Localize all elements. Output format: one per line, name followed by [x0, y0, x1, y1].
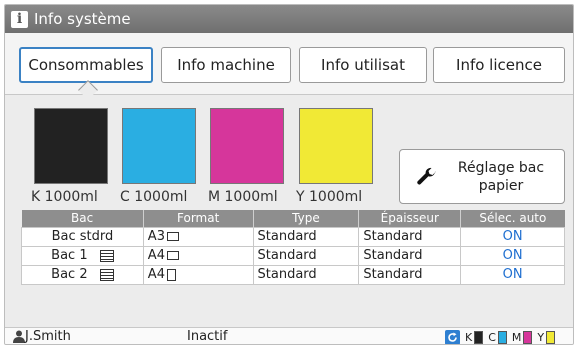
cell-type: Standard — [252, 226, 360, 247]
ink-label-k: K 1000ml — [31, 189, 98, 205]
cell-auto: ON — [460, 245, 565, 266]
ink-level-letter: Y — [537, 331, 545, 344]
table-header-row: Bac Format Type Épaisseur Sélec. auto — [21, 210, 565, 227]
cell-thickness: Standard — [358, 226, 462, 247]
ink-level-k: K — [465, 331, 484, 344]
tray-name: Bac stdrd — [51, 229, 114, 244]
tray-name: Bac 2 — [51, 267, 88, 282]
active-tab-pointer — [78, 80, 98, 100]
list-icon — [99, 249, 114, 262]
tab-info-utilisat[interactable]: Info utilisat — [299, 47, 427, 83]
cell-format: A4 — [142, 245, 254, 266]
ink-bar-y — [546, 331, 556, 344]
landscape-paper-icon — [166, 232, 179, 241]
cell-thickness: Standard — [358, 264, 462, 285]
user-indicator[interactable]: J.Smith — [13, 329, 71, 344]
column-header-format: Format — [142, 210, 254, 227]
status-bar: J.Smith Inactif K C M Y — [5, 327, 573, 344]
tab-consommables[interactable]: Consommables — [19, 47, 153, 83]
list-icon — [99, 268, 114, 281]
ink-level-y: Y — [537, 331, 556, 344]
ink-label-m: M 1000ml — [208, 189, 278, 205]
info-system-window: i Info système Consommables Info machine… — [4, 4, 574, 345]
ink-swatch-m — [210, 108, 284, 184]
ink-level-m: M — [512, 331, 533, 344]
format-value: A3 — [147, 229, 165, 244]
ink-bar-m — [523, 331, 533, 344]
column-header-epaisseur: Épaisseur — [358, 210, 461, 227]
table-row[interactable]: Bac stdrd A3 Standard Standard ON — [21, 226, 565, 247]
tray-settings-label-line2: papier — [478, 177, 524, 194]
tray-settings-label-line1: Réglage bac — [457, 159, 545, 176]
window-title: Info système — [34, 10, 131, 28]
portrait-paper-icon — [166, 268, 176, 281]
ink-level-indicator: K C M Y — [445, 330, 556, 344]
column-header-selec-auto: Sélec. auto — [460, 210, 565, 227]
format-value: A4 — [147, 267, 165, 282]
ink-level-letter: K — [465, 331, 473, 344]
format-value: A4 — [147, 248, 165, 263]
cell-bac: Bac 1 — [21, 245, 144, 266]
cell-thickness: Standard — [358, 245, 462, 266]
ink-bar-c — [497, 331, 507, 344]
cell-auto: ON — [460, 226, 565, 247]
cell-type: Standard — [252, 245, 360, 266]
ink-label-c: C 1000ml — [120, 189, 188, 205]
refresh-icon[interactable] — [445, 330, 460, 344]
tray-table: Bac Format Type Épaisseur Sélec. auto Ba… — [21, 210, 565, 285]
ink-label-y: Y 1000ml — [296, 189, 363, 205]
tray-settings-button[interactable]: Réglage bac papier — [399, 149, 565, 204]
tab-info-machine[interactable]: Info machine — [161, 47, 291, 83]
user-name: J.Smith — [25, 329, 71, 344]
ink-bar-k — [474, 331, 484, 344]
cell-format: A3 — [142, 226, 254, 247]
cell-auto: ON — [460, 264, 565, 285]
wrench-icon — [408, 165, 444, 189]
ink-swatch-y — [299, 108, 373, 184]
column-header-type: Type — [252, 210, 359, 227]
cell-bac: Bac stdrd — [21, 226, 144, 247]
ink-swatch-k — [34, 108, 108, 184]
ink-level-letter: C — [488, 331, 496, 344]
cell-type: Standard — [252, 264, 360, 285]
user-icon — [13, 330, 25, 343]
tab-info-licence[interactable]: Info licence — [433, 47, 565, 83]
landscape-paper-icon — [166, 251, 179, 260]
info-icon: i — [11, 10, 28, 28]
ink-level-letter: M — [511, 331, 522, 344]
tray-name: Bac 1 — [51, 248, 88, 263]
table-row[interactable]: Bac 2 A4 Standard Standard ON — [21, 264, 565, 285]
tab-bar: Consommables Info machine Info utilisat … — [5, 33, 573, 100]
cell-bac: Bac 2 — [21, 264, 144, 285]
ink-swatch-c — [122, 108, 196, 184]
table-row[interactable]: Bac 1 A4 Standard Standard ON — [21, 245, 565, 266]
column-header-bac: Bac — [21, 210, 144, 227]
ink-level-c: C — [488, 331, 507, 344]
machine-status: Inactif — [187, 329, 228, 344]
title-bar: i Info système — [5, 5, 573, 33]
cell-format: A4 — [142, 264, 254, 285]
